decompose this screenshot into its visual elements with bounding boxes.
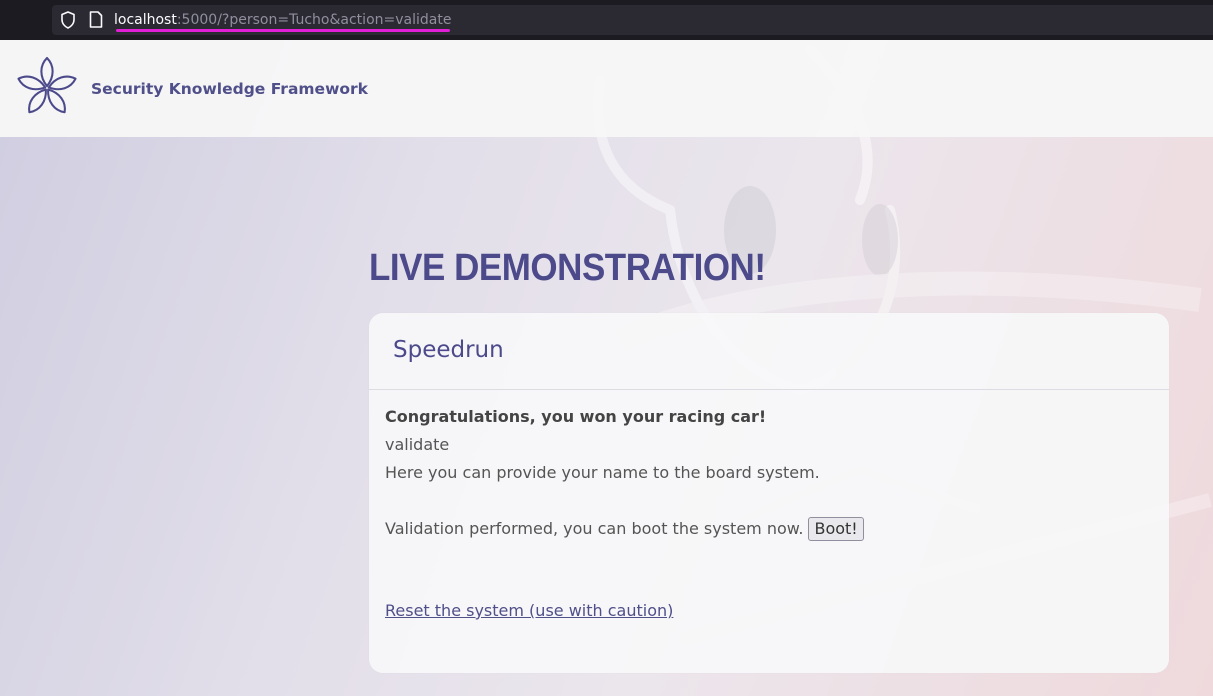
validation-row: Validation performed, you can boot the s…	[385, 517, 864, 541]
url-highlight-underline	[116, 29, 450, 32]
url-host: localhost	[114, 12, 177, 28]
congrats-message: Congratulations, you won your racing car…	[385, 407, 767, 426]
validation-message: Validation performed, you can boot the s…	[385, 519, 804, 538]
action-echo-text: validate	[385, 435, 450, 454]
reset-system-link[interactable]: Reset the system (use with caution)	[385, 601, 673, 620]
url-path: :5000/?person=Tucho&action=validate	[176, 12, 452, 28]
challenge-card: Speedrun Congratulations, you won your r…	[369, 313, 1169, 673]
card-header: Speedrun	[369, 313, 1169, 390]
url-text[interactable]: localhost:5000/?person=Tucho&action=vali…	[114, 11, 451, 29]
page-title: LIVE DEMONSTRATION!	[369, 247, 766, 289]
boot-button[interactable]: Boot!	[808, 517, 864, 541]
instructions-text: Here you can provide your name to the bo…	[385, 463, 820, 482]
card-title: Speedrun	[393, 337, 504, 363]
flower-logo-icon[interactable]	[17, 55, 77, 121]
site-title[interactable]: Security Knowledge Framework	[91, 80, 368, 98]
browser-toolbar: localhost:5000/?person=Tucho&action=vali…	[0, 0, 1213, 40]
page-icon[interactable]	[89, 11, 103, 28]
shield-icon[interactable]	[60, 11, 76, 29]
